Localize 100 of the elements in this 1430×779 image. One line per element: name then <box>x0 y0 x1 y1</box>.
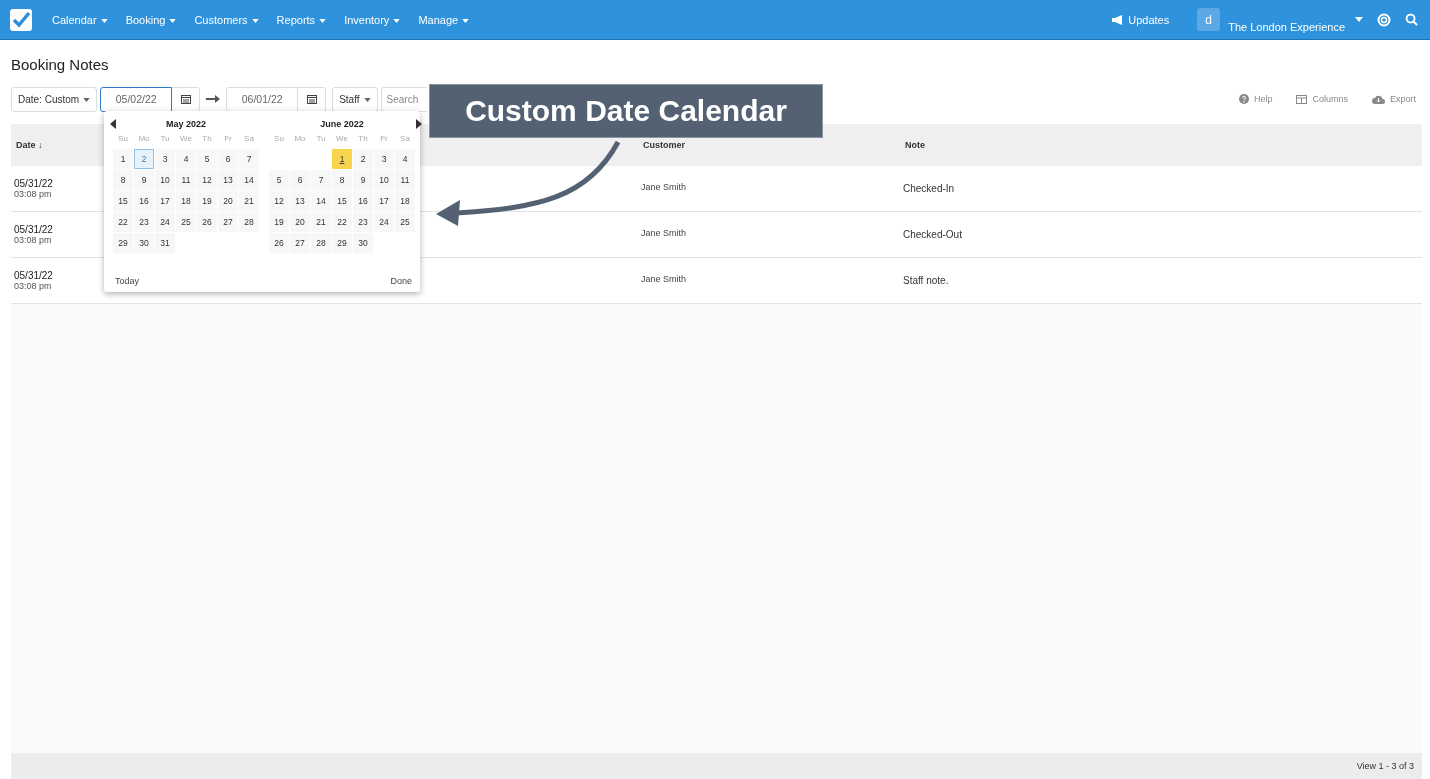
weekday-label: Tu <box>159 134 171 145</box>
calendar-day[interactable]: 2 <box>353 149 373 169</box>
date-filter-dropdown[interactable]: Date: Custom <box>11 86 98 112</box>
calendar-day[interactable]: 19 <box>197 191 217 211</box>
calendar-day[interactable]: 18 <box>176 191 196 211</box>
calendar-button[interactable] <box>298 86 327 112</box>
caret-icon <box>393 18 401 23</box>
calendar-day[interactable]: 13 <box>218 170 238 190</box>
calendar-day[interactable]: 16 <box>134 191 154 211</box>
caret-icon <box>319 18 327 23</box>
calendar-day[interactable]: 7 <box>311 170 331 190</box>
calendar-day[interactable]: 24 <box>374 212 394 232</box>
today-button[interactable]: Today <box>113 276 142 286</box>
done-button[interactable]: Done <box>388 276 414 286</box>
calendar-day[interactable]: 29 <box>332 233 352 253</box>
calendar-day[interactable]: 22 <box>332 212 352 232</box>
calendar-day[interactable]: 20 <box>218 191 238 211</box>
calendar-day[interactable]: 12 <box>197 170 217 190</box>
calendar-day[interactable]: 28 <box>311 233 331 253</box>
calendar-day[interactable]: 4 <box>395 149 415 169</box>
search-field[interactable]: Search <box>380 86 427 112</box>
column-header[interactable]: Date ↓ <box>16 140 43 150</box>
next-month-icon[interactable] <box>416 119 422 129</box>
calendar-day[interactable]: 6 <box>218 149 238 169</box>
calendar-day[interactable]: 8 <box>113 170 133 190</box>
calendar-day[interactable]: 22 <box>113 212 133 232</box>
calendar-day[interactable]: 27 <box>218 212 238 232</box>
calendar-day[interactable]: 3 <box>374 149 394 169</box>
calendar-day[interactable]: 1 <box>113 149 133 169</box>
arrow-right-icon <box>206 95 221 103</box>
caret-icon <box>100 18 108 23</box>
previous-month-icon[interactable] <box>110 119 116 129</box>
callout-label: Custom Date Calendar <box>429 84 823 138</box>
column-header[interactable]: Note <box>905 140 925 150</box>
calendar-day[interactable]: 11 <box>176 170 196 190</box>
staff-dropdown[interactable]: Staff <box>332 86 378 112</box>
calendar-day[interactable]: 30 <box>353 233 373 253</box>
calendar-day[interactable]: 19 <box>269 212 289 232</box>
calendar-day[interactable]: 9 <box>134 170 154 190</box>
calendar-day[interactable]: 3 <box>155 149 175 169</box>
calendar-day[interactable]: 17 <box>155 191 175 211</box>
weekday-label: Fr <box>379 134 389 145</box>
calendar-day[interactable]: 2 <box>134 149 154 169</box>
calendar-day[interactable]: 24 <box>155 212 175 232</box>
calendar-day[interactable]: 27 <box>290 233 310 253</box>
column-header[interactable]: Customer <box>643 140 685 150</box>
calendar-day[interactable]: 10 <box>374 170 394 190</box>
calendar-day[interactable]: 20 <box>290 212 310 232</box>
time-text: 03:08 pm <box>14 281 52 291</box>
search-icon[interactable] <box>1405 13 1418 26</box>
calendar-day[interactable]: 12 <box>269 191 289 211</box>
calendar-day[interactable]: 10 <box>155 170 175 190</box>
month-title: May 2022 <box>166 118 206 129</box>
calendar-day[interactable]: 13 <box>290 191 310 211</box>
cloud-download-icon <box>1372 94 1385 104</box>
calendar-day[interactable]: 18 <box>395 191 415 211</box>
lifebuoy-icon[interactable] <box>1377 12 1391 27</box>
calendar-day[interactable]: 15 <box>113 191 133 211</box>
calendar-day[interactable]: 25 <box>176 212 196 232</box>
calendar-day[interactable]: 6 <box>290 170 310 190</box>
calendar-day[interactable]: 26 <box>197 212 217 232</box>
calendar-day[interactable]: 21 <box>239 191 259 211</box>
table-icon <box>1296 94 1308 104</box>
note-text: Checked-Out <box>903 229 963 240</box>
calendar-day[interactable]: 16 <box>353 191 373 211</box>
calendar-day[interactable]: 30 <box>134 233 154 253</box>
help-icon <box>1238 94 1249 104</box>
columns-button[interactable]: Columns <box>1290 93 1354 105</box>
calendar-button[interactable] <box>172 86 201 112</box>
calendar-day[interactable]: 8 <box>332 170 352 190</box>
calendar-day[interactable]: 14 <box>239 170 259 190</box>
calendar-day[interactable]: 26 <box>269 233 289 253</box>
help-button[interactable]: Help <box>1232 93 1279 105</box>
page-title: Booking Notes <box>11 56 110 73</box>
calendar-day[interactable]: 23 <box>134 212 154 232</box>
calendar-day[interactable]: 14 <box>311 191 331 211</box>
caret-icon[interactable] <box>1355 17 1363 22</box>
caret-icon <box>169 18 177 23</box>
calendar-day[interactable]: 11 <box>395 170 415 190</box>
calendar-day[interactable]: 31 <box>155 233 175 253</box>
weekday-label: We <box>335 134 349 145</box>
calendar-day[interactable]: 9 <box>353 170 373 190</box>
weekday-label: We <box>179 134 193 145</box>
date-text: 05/31/22 <box>14 178 53 189</box>
calendar-day[interactable]: 17 <box>374 191 394 211</box>
calendar-day[interactable]: 15 <box>332 191 352 211</box>
export-button[interactable]: Export <box>1366 93 1422 105</box>
checkmark-logo-icon[interactable] <box>10 8 32 31</box>
calendar-day[interactable]: 5 <box>269 170 289 190</box>
calendar-day[interactable]: 29 <box>113 233 133 253</box>
calendar-day[interactable]: 21 <box>311 212 331 232</box>
date-text: 05/31/22 <box>14 270 53 281</box>
weekday-label: Th <box>357 134 369 145</box>
calendar-day[interactable]: 25 <box>395 212 415 232</box>
calendar-day[interactable]: 7 <box>239 149 259 169</box>
calendar-day[interactable]: 5 <box>197 149 217 169</box>
calendar-day[interactable]: 28 <box>239 212 259 232</box>
calendar-day[interactable]: 4 <box>176 149 196 169</box>
calendar-day[interactable]: 23 <box>353 212 373 232</box>
calendar-day[interactable]: 1 <box>332 149 352 169</box>
